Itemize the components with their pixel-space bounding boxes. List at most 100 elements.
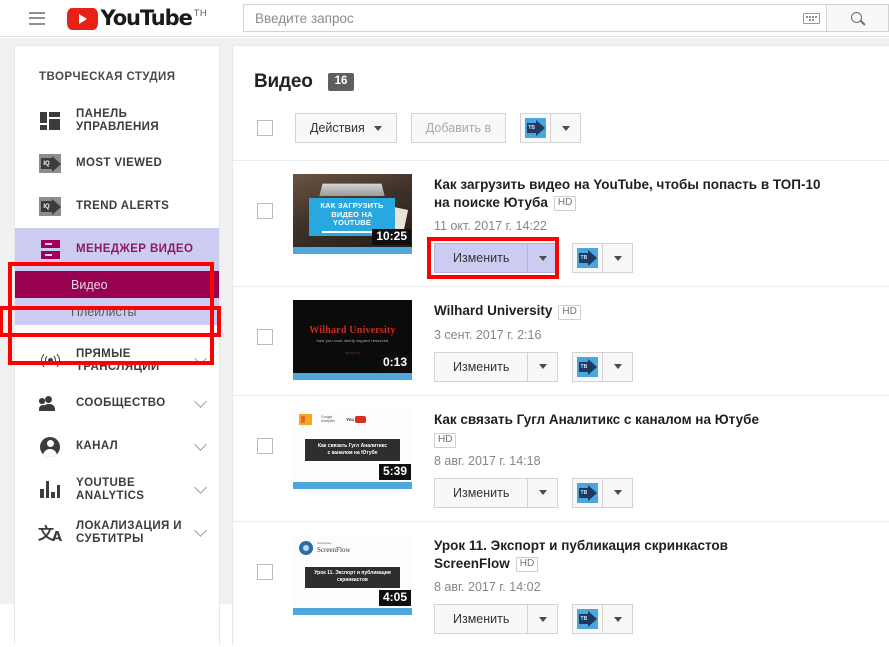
tubebuddy-dropdown-button[interactable]: [603, 243, 634, 274]
row-checkbox[interactable]: [257, 329, 273, 346]
video-duration: 10:25: [372, 229, 411, 245]
blue-play-badge-icon: TB: [577, 609, 599, 630]
translate-icon: 文A: [38, 523, 62, 545]
edit-dropdown-button[interactable]: [528, 477, 559, 508]
dashboard-icon: [39, 110, 61, 132]
table-row: КАК ЗАГРУЗИТЬ ВИДЕО НА YOUTUBE 10:25 Как…: [233, 160, 889, 286]
chevron-down-icon: [613, 616, 622, 622]
chevron-down-icon[interactable]: [194, 395, 207, 408]
thumbnail-logos: Google Analytics You: [299, 413, 367, 425]
row-checkbox[interactable]: [257, 563, 273, 580]
sidebar-item-youtube-analytics[interactable]: YOUTUBE ANALYTICS: [15, 468, 219, 511]
tubebuddy-button[interactable]: TB: [572, 604, 604, 635]
actions-dropdown-button[interactable]: Действия: [295, 113, 397, 143]
video-title[interactable]: Как загрузить видео на YouTube, чтобы по…: [434, 177, 821, 210]
blue-play-badge-icon: TB: [577, 356, 599, 377]
thumbnail-progress-bar: [293, 247, 412, 254]
sidebar-item-channel[interactable]: КАНАЛ: [15, 425, 219, 468]
sidebar-item-trend-alerts[interactable]: IQ TREND ALERTS: [15, 185, 219, 228]
add-to-label: Добавить в: [425, 121, 492, 135]
toolbar: Действия Добавить в TB: [233, 93, 889, 143]
video-thumbnail[interactable]: КАК ЗАГРУЗИТЬ ВИДЕО НА YOUTUBE 10:25: [293, 174, 412, 254]
video-date: 3 сент. 2017 г. 2:16: [434, 327, 542, 342]
thumbnail-text-line: с каналом на Ютубе: [327, 449, 378, 456]
sidebar-item-label: TREND ALERTS: [76, 200, 170, 212]
youtube-logo-text: YouTube: [100, 5, 193, 30]
sidebar-item-live-broadcasts[interactable]: ПРЯМЫЕ ТРАНСЛЯЦИИ: [15, 339, 219, 382]
tubebuddy-button[interactable]: TB: [520, 113, 552, 143]
edit-button[interactable]: Изменить: [434, 604, 529, 635]
chevron-down-icon: [561, 125, 570, 131]
row-checkbox[interactable]: [257, 437, 273, 454]
youtube-play-icon: [66, 7, 98, 30]
sidebar-item-community[interactable]: СООБЩЕСТВО: [15, 382, 219, 425]
hd-badge: HD: [515, 557, 539, 573]
video-thumbnail[interactable]: Wilhard University how you look nicely a…: [293, 300, 412, 381]
sidebar-item-most-viewed[interactable]: IQ MOST VIEWED: [15, 142, 219, 185]
tubebuddy-dropdown-button[interactable]: [603, 604, 634, 635]
iq-arrow-icon: IQ: [39, 153, 61, 175]
search-box[interactable]: [243, 4, 827, 32]
youtube-country-code: TH: [193, 7, 207, 19]
sidebar-subitem-videos[interactable]: Видео: [15, 271, 219, 298]
edit-dropdown-button[interactable]: [528, 351, 559, 382]
edit-button[interactable]: Изменить: [434, 351, 529, 382]
thumbnail-text-line: Урок 11. Экспорт и публикация: [314, 570, 391, 577]
tubebuddy-dropdown-button[interactable]: [551, 113, 582, 143]
screenflow-logo: Telestream ScreenFlow: [299, 540, 351, 555]
keyboard-icon[interactable]: [803, 12, 820, 24]
chevron-down-icon: [613, 255, 622, 261]
hd-badge: HD: [558, 304, 581, 320]
video-info: Wilhard University HD 3 сент. 2017 г. 2:1…: [434, 300, 889, 382]
chevron-down-icon[interactable]: [194, 352, 207, 365]
hd-badge: HD: [434, 432, 457, 448]
edit-button[interactable]: Изменить: [434, 477, 529, 508]
edit-dropdown-button[interactable]: [528, 604, 559, 635]
youtube-logo[interactable]: YouTube TH: [66, 5, 207, 30]
chevron-down-icon[interactable]: [194, 438, 207, 451]
screenflow-icon: [299, 540, 313, 555]
tubebuddy-dropdown-button[interactable]: [603, 477, 634, 508]
video-title[interactable]: Урок 11. Экспорт и публикация скринкасто…: [434, 538, 728, 571]
sidebar-item-label: ПАНЕЛЬ УПРАВЛЕНИЯ: [76, 107, 159, 133]
sidebar-item-label: MOST VIEWED: [76, 157, 163, 169]
sidebar-subitem-playlists[interactable]: Плейлисты: [15, 298, 219, 325]
live-broadcast-icon: [39, 350, 61, 372]
sidebar-item-label: СООБЩЕСТВО: [76, 397, 166, 409]
video-info: Урок 11. Экспорт и публикация скринкасто…: [434, 535, 889, 635]
chevron-down-icon[interactable]: [194, 524, 207, 537]
chevron-down-icon: [613, 364, 622, 370]
search-button[interactable]: [827, 4, 889, 32]
row-checkbox[interactable]: [257, 203, 273, 219]
video-info: Как загрузить видео на YouTube, чтобы по…: [427, 174, 889, 280]
video-title[interactable]: Как связать Гугл Аналитикс с каналом на …: [434, 412, 759, 427]
video-manager-icon: [39, 239, 61, 261]
google-analytics-logo-icon: [299, 413, 312, 425]
select-all-checkbox[interactable]: [257, 120, 273, 136]
video-list: КАК ЗАГРУЗИТЬ ВИДЕО НА YOUTUBE 10:25 Как…: [233, 160, 889, 647]
tubebuddy-dropdown-button[interactable]: [603, 351, 634, 382]
video-title[interactable]: Wilhard University: [434, 303, 552, 318]
sidebar-item-dashboard[interactable]: ПАНЕЛЬ УПРАВЛЕНИЯ: [15, 99, 219, 142]
thumbnail-keyboard-graphic: [319, 183, 385, 197]
tubebuddy-button[interactable]: TB: [572, 477, 604, 508]
tubebuddy-button[interactable]: TB: [572, 351, 604, 382]
sidebar-item-localization-subtitles[interactable]: 文A ЛОКАЛИЗАЦИЯ И СУБТИТРЫ: [15, 511, 219, 554]
page-title: Видео: [254, 71, 313, 92]
chevron-down-icon[interactable]: [194, 481, 207, 494]
masthead: YouTube TH: [0, 0, 889, 37]
chevron-down-icon: [538, 255, 547, 261]
video-actions: Изменить TB: [434, 477, 889, 508]
hamburger-menu-icon[interactable]: [29, 11, 45, 25]
search-input[interactable]: [253, 6, 803, 30]
edit-button[interactable]: Изменить: [434, 243, 529, 274]
tubebuddy-button[interactable]: TB: [572, 243, 604, 274]
add-to-button[interactable]: Добавить в: [410, 113, 507, 143]
sidebar-item-video-manager[interactable]: МЕНЕДЖЕР ВИДЕО: [15, 228, 219, 271]
video-duration: 5:39: [378, 463, 411, 480]
video-thumbnail[interactable]: Google Analytics You Как связать Гугл Ан…: [293, 408, 412, 489]
thumbnail-logo-text: ScreenFlow: [317, 545, 351, 554]
edit-dropdown-button[interactable]: [528, 243, 559, 274]
creator-studio-title: ТВОРЧЕСКАЯ СТУДИЯ: [39, 71, 176, 83]
video-thumbnail[interactable]: Telestream ScreenFlow Урок 11. Экспорт и…: [293, 534, 412, 615]
